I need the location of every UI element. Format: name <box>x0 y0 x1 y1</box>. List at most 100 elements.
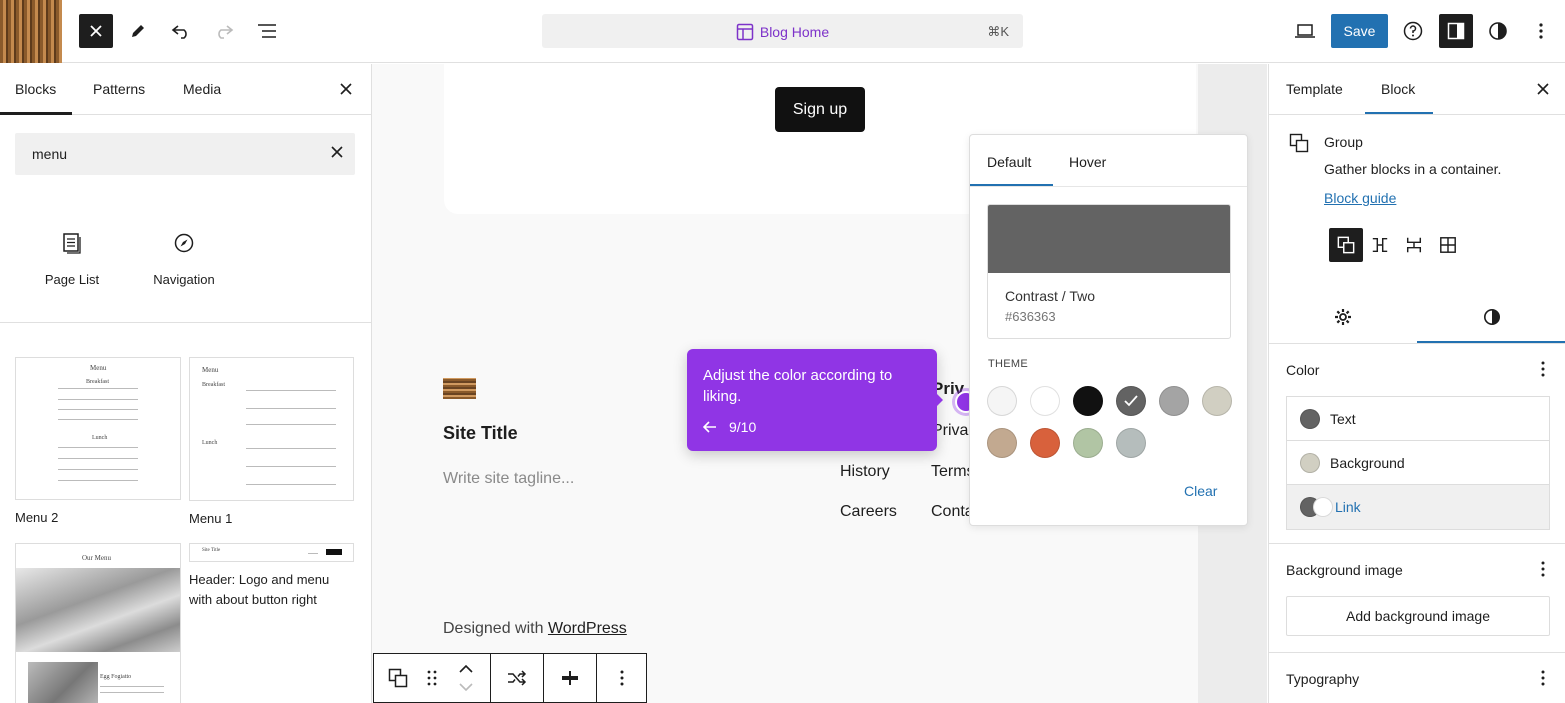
color-indicator <box>1300 409 1320 429</box>
signup-button[interactable]: Sign up <box>775 87 865 132</box>
color-swatch[interactable] <box>987 386 1017 416</box>
footer-link-contact[interactable]: Conta <box>931 503 974 521</box>
chevron-down-icon[interactable] <box>459 683 473 691</box>
tab-blocks[interactable]: Blocks <box>15 81 56 97</box>
variant-row-button[interactable] <box>1363 228 1397 262</box>
block-guide-link[interactable]: Block guide <box>1324 190 1396 206</box>
template-icon <box>736 23 754 41</box>
tab-block[interactable]: Block <box>1381 81 1415 97</box>
block-card-title: Group <box>1324 134 1363 150</box>
settings-toggle-button[interactable] <box>1439 14 1473 48</box>
block-item-page-list[interactable]: Page List <box>22 232 122 287</box>
block-options-button[interactable] <box>597 654 647 702</box>
grid-icon <box>1440 237 1456 253</box>
color-swatch[interactable] <box>1202 386 1232 416</box>
styles-tab-icon[interactable] <box>1483 308 1501 326</box>
shuffle-icon <box>508 670 527 686</box>
chevron-up-icon[interactable] <box>459 665 473 673</box>
gear-icon[interactable] <box>1334 308 1352 326</box>
tab-default[interactable]: Default <box>987 154 1031 170</box>
site-title[interactable]: Site Title <box>443 423 518 444</box>
block-inserter-panel: Blocks Patterns Media menu Page List Nav… <box>0 64 372 703</box>
pattern-label: Header: Logo and menu with about button … <box>189 572 330 607</box>
color-swatch[interactable] <box>1116 428 1146 458</box>
color-swatch[interactable] <box>1159 386 1189 416</box>
tab-hover[interactable]: Hover <box>1069 154 1106 170</box>
hover-color-indicator <box>1313 497 1333 517</box>
color-indicator <box>1300 453 1320 473</box>
color-swatch[interactable] <box>1030 428 1060 458</box>
color-swatch[interactable] <box>1073 428 1103 458</box>
pattern-preview-menu-2[interactable]: Menu Breakfast Lunch <box>15 357 181 500</box>
tab-media[interactable]: Media <box>183 81 221 97</box>
shuffle-button[interactable] <box>491 654 543 702</box>
undo-button[interactable] <box>164 14 198 48</box>
color-swatch[interactable] <box>1116 386 1146 416</box>
command-palette[interactable]: Blog Home ⌘K <box>542 14 1023 48</box>
color-item-link[interactable]: Link <box>1287 485 1549 529</box>
bg-image-section-title: Background image <box>1286 562 1403 578</box>
color-swatch[interactable] <box>987 428 1017 458</box>
site-icon[interactable] <box>0 0 62 63</box>
active-tab-indicator <box>0 112 72 115</box>
pattern-preview-header[interactable]: Site Title <box>189 543 354 562</box>
kebab-icon[interactable] <box>1541 561 1545 577</box>
contrast-icon <box>1489 22 1507 40</box>
color-swatch[interactable] <box>1030 386 1060 416</box>
justify-button[interactable] <box>544 654 596 702</box>
color-swatch[interactable] <box>1073 386 1103 416</box>
sand-photo <box>16 568 180 652</box>
compass-icon <box>174 233 194 253</box>
variant-group-button[interactable] <box>1329 228 1363 262</box>
site-tagline-placeholder[interactable]: Write site tagline... <box>443 470 574 488</box>
row-icon <box>1372 237 1388 253</box>
footer-link-careers[interactable]: Careers <box>840 503 897 521</box>
selected-color-hex: #636363 <box>1005 309 1056 324</box>
search-input[interactable]: menu <box>15 133 355 175</box>
styles-button[interactable] <box>1481 14 1515 48</box>
redo-button[interactable] <box>207 14 241 48</box>
help-button[interactable] <box>1396 14 1430 48</box>
document-overview-button[interactable] <box>250 14 284 48</box>
variant-stack-button[interactable] <box>1397 228 1431 262</box>
variant-grid-button[interactable] <box>1431 228 1465 262</box>
wordpress-link[interactable]: WordPress <box>548 620 627 637</box>
help-icon <box>1403 21 1423 41</box>
tab-patterns[interactable]: Patterns <box>93 81 145 97</box>
block-type-button[interactable] <box>374 654 422 702</box>
redo-icon <box>218 25 234 39</box>
options-menu-button[interactable] <box>1524 14 1558 48</box>
sand-thumbnail <box>28 662 98 703</box>
site-logo[interactable] <box>443 378 476 399</box>
inserter-tabs: Blocks Patterns Media <box>0 64 371 115</box>
arrow-left-icon[interactable] <box>702 421 717 433</box>
tab-template[interactable]: Template <box>1286 81 1343 97</box>
close-icon[interactable] <box>340 83 352 95</box>
kebab-icon <box>620 670 624 686</box>
clear-button[interactable]: Clear <box>1184 483 1217 499</box>
justify-space-between-icon <box>562 671 578 685</box>
color-item-background[interactable]: Background <box>1287 441 1549 485</box>
stack-icon <box>1406 237 1422 253</box>
drag-handle[interactable] <box>422 654 442 702</box>
color-picker-popover: Default Hover Contrast / Two #636363 THE… <box>969 134 1248 526</box>
kebab-icon[interactable] <box>1541 361 1545 377</box>
block-toolbar <box>373 653 647 703</box>
selected-color-name: Contrast / Two <box>1005 288 1096 304</box>
color-item-text[interactable]: Text <box>1287 397 1549 441</box>
tools-button[interactable] <box>121 14 155 48</box>
footer-link-history[interactable]: History <box>840 463 890 481</box>
close-icon[interactable] <box>1537 83 1549 95</box>
selected-color-preview[interactable]: Contrast / Two #636363 <box>987 204 1231 339</box>
save-button[interactable]: Save <box>1331 14 1388 48</box>
pattern-preview-our-menu[interactable]: Our Menu Egg Fogiatto <box>15 543 181 703</box>
clear-search-icon[interactable] <box>331 146 343 158</box>
move-buttons[interactable] <box>442 654 490 702</box>
preview-button[interactable] <box>1288 14 1322 48</box>
block-item-navigation[interactable]: Navigation <box>134 232 234 287</box>
undo-icon <box>171 25 187 39</box>
add-background-image-button[interactable]: Add background image <box>1286 596 1550 636</box>
close-inserter-button[interactable] <box>79 14 113 48</box>
kebab-icon[interactable] <box>1541 670 1545 686</box>
pattern-preview-menu-1[interactable]: Menu Breakfast Lunch <box>189 357 354 501</box>
